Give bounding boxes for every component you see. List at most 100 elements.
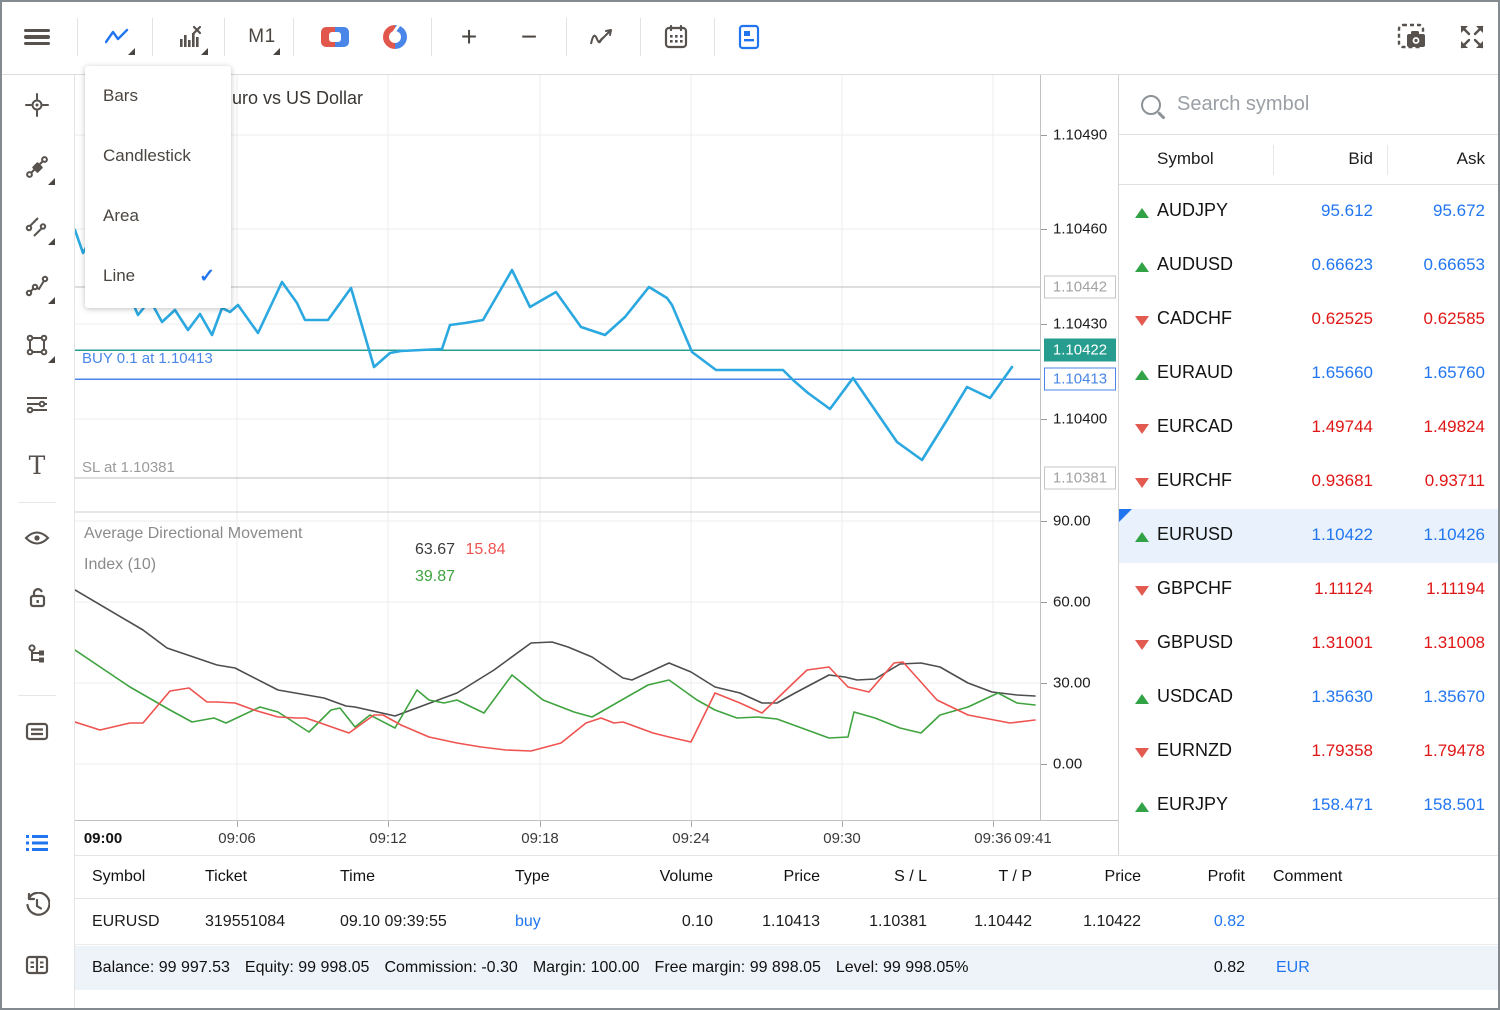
up-triangle-icon xyxy=(1135,208,1149,218)
search-symbol-input[interactable] xyxy=(1177,93,1427,116)
symbol-name: EURCHF xyxy=(1157,470,1232,491)
add-indicator-icon xyxy=(589,26,615,48)
market-watch-row-usdcad[interactable]: USDCAD 1.356301.35670 xyxy=(1119,671,1500,725)
calendar-button[interactable] xyxy=(654,15,698,59)
history-tab-button[interactable] xyxy=(15,883,59,927)
market-watch-row-audusd[interactable]: AUDUSD0.666230.66653 xyxy=(1119,239,1500,293)
symbol-search[interactable] xyxy=(1119,75,1500,135)
market-watch-row-eurnzd[interactable]: EURNZD1.793581.79478 xyxy=(1119,725,1500,779)
ask-price: 1.35670 xyxy=(1377,687,1485,707)
pie-chart-icon xyxy=(383,25,407,49)
fibonacci-tool-button[interactable] xyxy=(15,383,59,427)
measure-tool-button[interactable] xyxy=(15,145,59,189)
indicator-windows-button[interactable] xyxy=(168,15,212,59)
top-toolbar: M1 + − xyxy=(0,0,1500,75)
shapes-tool-button[interactable] xyxy=(15,323,59,367)
screenshot-button[interactable] xyxy=(1390,15,1434,59)
time-label-09:24: 09:24 xyxy=(672,830,710,847)
journal-book-icon xyxy=(24,954,50,976)
crosshair-tool-button[interactable] xyxy=(15,83,59,127)
time-axis[interactable]: 09:0009:0609:1209:1809:2409:3009:3609:41 xyxy=(75,820,1118,855)
one-click-trading-button[interactable] xyxy=(313,15,357,59)
market-watch-row-gbpusd[interactable]: GBPUSD1.310011.31008 xyxy=(1119,617,1500,671)
bid-price: 1.35630 xyxy=(1259,687,1373,707)
add-indicator-button[interactable] xyxy=(580,15,624,59)
ask-price: 1.11194 xyxy=(1377,579,1485,599)
zoom-out-button[interactable]: − xyxy=(507,15,551,59)
column-time[interactable]: Time xyxy=(340,868,375,886)
market-report-button[interactable] xyxy=(727,15,771,59)
print-button[interactable] xyxy=(15,709,59,753)
polyline-tool-button[interactable] xyxy=(15,264,59,308)
screenshot-icon xyxy=(1397,23,1427,51)
up-triangle-icon xyxy=(1135,532,1149,542)
up-triangle-icon xyxy=(1135,802,1149,812)
timeframe-label: M1 xyxy=(248,26,275,48)
menu-item-candlestick[interactable]: Candlestick xyxy=(85,126,231,186)
selected-corner-icon xyxy=(1119,509,1132,522)
check-icon: ✓ xyxy=(199,265,215,288)
object-tree-icon xyxy=(25,643,49,667)
market-watch-row-gbpchf[interactable]: GBPCHF1.111241.11194 xyxy=(1119,563,1500,617)
market-watch-row-euraud[interactable]: EURAUD1.656601.65760 xyxy=(1119,347,1500,401)
market-watch-row-eurcad[interactable]: EURCAD1.497441.49824 xyxy=(1119,401,1500,455)
column-symbol[interactable]: Symbol xyxy=(1157,149,1214,169)
text-icon: T xyxy=(29,453,46,478)
market-watch-row-cadchf[interactable]: CADCHF0.625250.62585 xyxy=(1119,293,1500,347)
zoom-in-button[interactable]: + xyxy=(447,15,491,59)
column-bid[interactable]: Bid xyxy=(1259,149,1373,169)
object-list-button[interactable] xyxy=(15,633,59,677)
line-chart-icon xyxy=(105,28,129,46)
market-watch-row-audjpy[interactable]: AUDJPY95.61295.672 xyxy=(1119,185,1500,239)
chart-type-button[interactable] xyxy=(95,15,139,59)
menu-item-bars[interactable]: Bars xyxy=(85,66,231,126)
lock-objects-button[interactable] xyxy=(15,576,59,620)
show-objects-button[interactable] xyxy=(15,516,59,560)
indicator-values-row1: 63.67 15.84 xyxy=(415,541,506,559)
time-label-09:30: 09:30 xyxy=(823,830,861,847)
chart-area[interactable]: uro vs US Dollar BUY 0.1 at 1.10413 SL a… xyxy=(75,75,1118,855)
measure-line-icon xyxy=(25,155,49,179)
channel-lines-icon xyxy=(25,215,49,239)
time-label-09:06: 09:06 xyxy=(218,830,256,847)
market-watch-row-eurusd[interactable]: EURUSD1.104221.10426 xyxy=(1119,509,1500,563)
trade-summary-button[interactable] xyxy=(373,15,417,59)
search-icon xyxy=(1141,95,1161,115)
column-ask[interactable]: Ask xyxy=(1377,149,1485,169)
symbol-name: EURNZD xyxy=(1157,740,1232,761)
indicator-line-+di xyxy=(75,650,1035,738)
up-triangle-icon xyxy=(1135,262,1149,272)
menu-item-area[interactable]: Area xyxy=(85,186,231,246)
market-watch-header: Symbol Bid Ask xyxy=(1119,135,1500,185)
text-tool-button[interactable]: T xyxy=(15,443,59,487)
price-label-1.10460: 1.10460 xyxy=(1053,221,1107,238)
market-watch-row-eurjpy[interactable]: EURJPY158.471158.501 xyxy=(1119,779,1500,833)
up-triangle-icon xyxy=(1135,694,1149,704)
symbol-name: USDCAD xyxy=(1157,686,1233,707)
timeframe-button[interactable]: M1 xyxy=(240,15,284,59)
column-symbol[interactable]: Symbol xyxy=(92,868,145,886)
bars-remove-icon xyxy=(177,25,203,49)
column-comment[interactable]: Comment xyxy=(1273,868,1342,886)
channel-tool-button[interactable] xyxy=(15,205,59,249)
ask-price: 0.93711 xyxy=(1377,471,1485,491)
time-label-09:41: 09:41 xyxy=(1014,830,1052,847)
trade-tab-button[interactable] xyxy=(15,821,59,865)
menu-item-line[interactable]: Line✓ xyxy=(85,246,231,306)
trade-table-header: SymbolTicketTimeTypeVolumePriceS / LT / … xyxy=(75,856,1500,899)
column-profit[interactable]: Profit xyxy=(1115,868,1245,886)
journal-tab-button[interactable] xyxy=(15,943,59,987)
history-clock-icon xyxy=(24,892,50,918)
buy-order-label[interactable]: BUY 0.1 at 1.10413 xyxy=(82,350,213,367)
price-axis[interactable]: 1.104901.104601.104421.104301.104221.104… xyxy=(1040,75,1118,820)
symbol-name: AUDUSD xyxy=(1157,254,1233,275)
market-watch-row-eurchf[interactable]: EURCHF0.936810.93711 xyxy=(1119,455,1500,509)
indicator-line--di xyxy=(75,662,1035,751)
fullscreen-button[interactable] xyxy=(1450,15,1494,59)
main-menu-button[interactable] xyxy=(15,15,59,59)
bid-price: 1.79358 xyxy=(1259,741,1373,761)
trade-table-row[interactable]: EURUSD31955108409.10 09:39:55buy0.101.10… xyxy=(75,899,1500,945)
stop-loss-label[interactable]: SL at 1.10381 xyxy=(82,459,175,476)
column-type[interactable]: Type xyxy=(515,868,550,886)
column-ticket[interactable]: Ticket xyxy=(205,868,247,886)
